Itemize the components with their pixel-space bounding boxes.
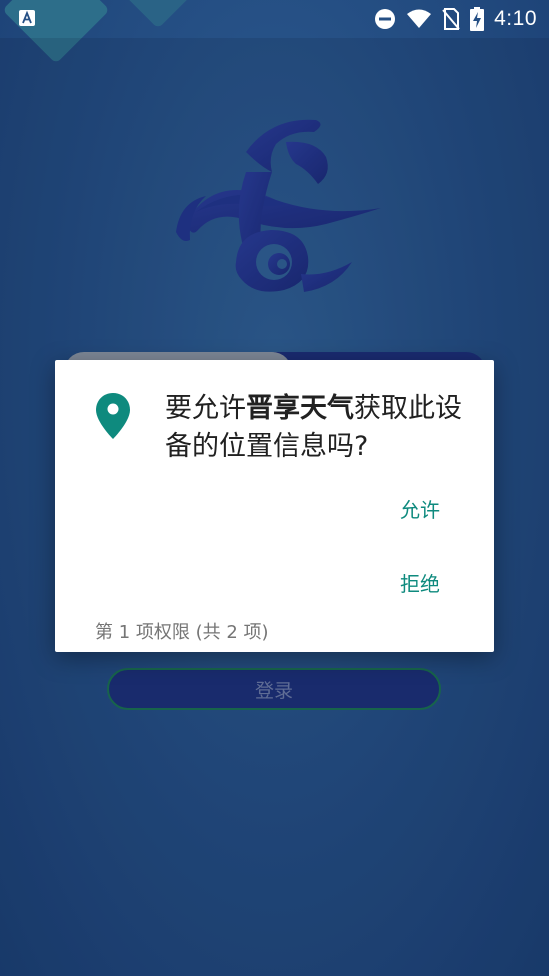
app-name: 晋享天气 — [246, 393, 354, 424]
status-bar: 4:10 — [0, 0, 549, 38]
permission-counter: 第 1 项权限 (共 2 项) — [95, 622, 269, 643]
do-not-disturb-icon — [375, 9, 396, 29]
wifi-icon — [407, 9, 432, 28]
no-sim-icon — [442, 8, 460, 30]
app-notification-icon — [19, 10, 35, 26]
permission-dialog: 要允许晋享天气获取此设备的位置信息吗? 允许 拒绝 第 1 项权限 (共 2 项… — [55, 360, 494, 652]
deny-button[interactable]: 拒绝 — [400, 568, 440, 597]
battery-charging-icon — [470, 7, 485, 31]
status-icons: 4:10 — [374, 0, 537, 38]
screen: 4:10 登录 要允许晋享天气获取此设备的位置信息吗? 允许 拒绝 第 1 项权… — [0, 0, 549, 976]
status-time: 4:10 — [494, 7, 537, 30]
dialog-title: 要允许晋享天气获取此设备的位置信息吗? — [165, 390, 481, 466]
allow-button[interactable]: 允许 — [400, 494, 440, 523]
location-pin-icon — [96, 393, 130, 439]
title-prefix: 要允许 — [165, 393, 246, 424]
